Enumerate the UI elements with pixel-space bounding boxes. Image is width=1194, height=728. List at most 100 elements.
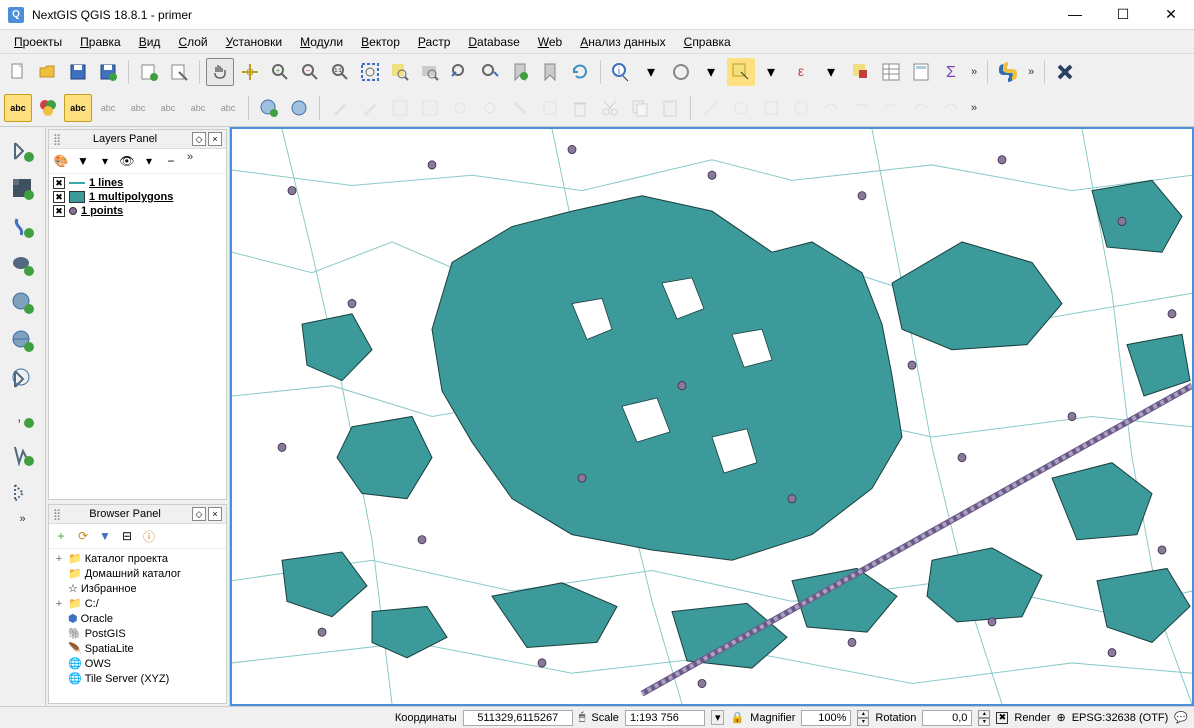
field-calculator-button[interactable] bbox=[907, 58, 935, 86]
rotation-input[interactable] bbox=[922, 710, 972, 726]
map-canvas[interactable] bbox=[230, 127, 1194, 706]
browser-panel-close[interactable]: × bbox=[208, 507, 222, 521]
toolbar-overflow-1[interactable]: » bbox=[967, 66, 981, 78]
left-overflow[interactable]: » bbox=[0, 513, 45, 525]
browser-add-button[interactable]: + bbox=[51, 526, 71, 546]
add-wms-button[interactable] bbox=[5, 285, 41, 321]
layer-styling-button[interactable] bbox=[34, 94, 62, 122]
scale-input[interactable] bbox=[625, 710, 705, 726]
magnifier-spinner[interactable]: ▴▾ bbox=[857, 710, 869, 726]
browser-filter-button[interactable]: ▼ bbox=[95, 526, 115, 546]
save-as-button[interactable] bbox=[94, 58, 122, 86]
lock-icon[interactable]: 🔒 bbox=[730, 711, 744, 724]
browser-panel-float[interactable]: ◇ bbox=[192, 507, 206, 521]
select-dropdown[interactable]: ▾ bbox=[757, 58, 785, 86]
epsg-label[interactable]: EPSG:32638 (OTF) bbox=[1072, 712, 1169, 724]
tool-1-dropdown[interactable]: ▾ bbox=[697, 58, 725, 86]
scale-dropdown[interactable]: ▾ bbox=[711, 710, 725, 725]
refresh-button[interactable] bbox=[566, 58, 594, 86]
layer-checkbox[interactable]: ✖ bbox=[53, 205, 65, 217]
browser-item-home[interactable]: 📁Домашний каталог bbox=[51, 566, 224, 581]
layer-row-multipolygons[interactable]: ✖ 1 multipolygons bbox=[51, 190, 224, 204]
menu-plugins[interactable]: Модули bbox=[292, 33, 351, 51]
zoom-full-button[interactable] bbox=[356, 58, 384, 86]
browser-item-postgis[interactable]: 🐘PostGIS bbox=[51, 626, 224, 641]
crs-icon[interactable]: ⊕ bbox=[1056, 711, 1065, 724]
python-console-button[interactable] bbox=[994, 58, 1022, 86]
add-wfs-button[interactable] bbox=[5, 361, 41, 397]
magnifier-input[interactable] bbox=[801, 710, 851, 726]
globe-button[interactable] bbox=[285, 94, 313, 122]
pan-to-selection-button[interactable] bbox=[236, 58, 264, 86]
browser-panel-grip[interactable]: ⣿ bbox=[53, 508, 60, 521]
browser-item-spatialite[interactable]: 🪶SpatiaLite bbox=[51, 641, 224, 656]
zoom-native-button[interactable]: 1:1 bbox=[326, 58, 354, 86]
coords-input[interactable] bbox=[463, 710, 573, 726]
expression-dropdown[interactable]: ▾ bbox=[817, 58, 845, 86]
zoom-next-button[interactable] bbox=[476, 58, 504, 86]
new-project-button[interactable] bbox=[4, 58, 32, 86]
zoom-last-button[interactable] bbox=[446, 58, 474, 86]
menu-projects[interactable]: Проекты bbox=[6, 33, 70, 51]
add-delimited-button[interactable]: , bbox=[5, 399, 41, 435]
layout-manager-button[interactable] bbox=[165, 58, 193, 86]
close-button[interactable]: ✕ bbox=[1156, 6, 1186, 23]
layers-style-button[interactable]: 🎨 bbox=[51, 151, 71, 171]
menu-edit[interactable]: Правка bbox=[72, 33, 129, 51]
menu-raster[interactable]: Растр bbox=[410, 33, 458, 51]
layer-checkbox[interactable]: ✖ bbox=[53, 177, 65, 189]
maximize-button[interactable]: ☐ bbox=[1108, 6, 1138, 23]
toolbar-overflow-3[interactable]: » bbox=[967, 102, 981, 114]
mouse-toggle-icon[interactable]: 🖱 bbox=[579, 711, 586, 724]
layers-filter-button[interactable]: ▼ bbox=[73, 151, 93, 171]
menu-web[interactable]: Web bbox=[530, 33, 570, 51]
open-project-button[interactable] bbox=[34, 58, 62, 86]
browser-item-favorites[interactable]: ☆Избранное bbox=[51, 581, 224, 596]
browser-item-project[interactable]: +📁Каталог проекта bbox=[51, 551, 224, 566]
browser-item-tileserver[interactable]: 🌐Tile Server (XYZ) bbox=[51, 671, 224, 686]
browser-collapse-button[interactable]: ⊟ bbox=[117, 526, 137, 546]
menu-database[interactable]: Database bbox=[460, 33, 527, 51]
browser-item-ows[interactable]: 🌐OWS bbox=[51, 656, 224, 671]
label-layer-button[interactable]: abc bbox=[64, 94, 92, 122]
add-vector-button[interactable] bbox=[5, 133, 41, 169]
browser-info-button[interactable]: ⓘ bbox=[139, 526, 159, 546]
minimize-button[interactable]: — bbox=[1060, 6, 1090, 23]
menu-help[interactable]: Справка bbox=[676, 33, 739, 51]
globe-add-button[interactable] bbox=[255, 94, 283, 122]
browser-item-c-drive[interactable]: +📁C:/ bbox=[51, 596, 224, 611]
add-gps-button[interactable] bbox=[5, 437, 41, 473]
render-checkbox[interactable]: ✖ bbox=[996, 712, 1008, 724]
messages-icon[interactable]: 💬 bbox=[1174, 711, 1188, 724]
add-postgis-button[interactable] bbox=[5, 247, 41, 283]
new-bookmark-button[interactable] bbox=[506, 58, 534, 86]
layers-panel-grip[interactable]: ⣿ bbox=[53, 133, 60, 146]
layers-panel-close[interactable]: × bbox=[208, 132, 222, 146]
statistics-button[interactable]: Σ bbox=[937, 58, 965, 86]
show-bookmarks-button[interactable] bbox=[536, 58, 564, 86]
zoom-to-selection-button[interactable] bbox=[386, 58, 414, 86]
menu-vector[interactable]: Вектор bbox=[353, 33, 408, 51]
menu-settings[interactable]: Установки bbox=[218, 33, 291, 51]
identify-dropdown[interactable]: ▾ bbox=[637, 58, 665, 86]
layer-checkbox[interactable]: ✖ bbox=[53, 191, 65, 203]
select-by-expression-button[interactable]: ε bbox=[787, 58, 815, 86]
menu-analysis[interactable]: Анализ данных bbox=[572, 33, 673, 51]
select-button[interactable] bbox=[727, 58, 755, 86]
tool-x-button[interactable] bbox=[1051, 58, 1079, 86]
label-toolbar-button[interactable]: abc bbox=[4, 94, 32, 122]
layers-eye-button[interactable]: 👁 bbox=[117, 151, 137, 171]
layers-remove-button[interactable]: − bbox=[161, 151, 181, 171]
add-wcs-button[interactable] bbox=[5, 323, 41, 359]
layers-expand-button[interactable]: ▾ bbox=[95, 151, 115, 171]
layers-overflow[interactable]: » bbox=[183, 151, 197, 171]
layers-panel-float[interactable]: ◇ bbox=[192, 132, 206, 146]
save-button[interactable] bbox=[64, 58, 92, 86]
add-virtual-button[interactable] bbox=[5, 475, 41, 511]
identify-button[interactable]: i bbox=[607, 58, 635, 86]
browser-item-oracle[interactable]: ⬢Oracle bbox=[51, 611, 224, 626]
layer-row-lines[interactable]: ✖ 1 lines bbox=[51, 176, 224, 190]
deselect-button[interactable] bbox=[847, 58, 875, 86]
attribute-table-button[interactable] bbox=[877, 58, 905, 86]
tool-1-button[interactable] bbox=[667, 58, 695, 86]
